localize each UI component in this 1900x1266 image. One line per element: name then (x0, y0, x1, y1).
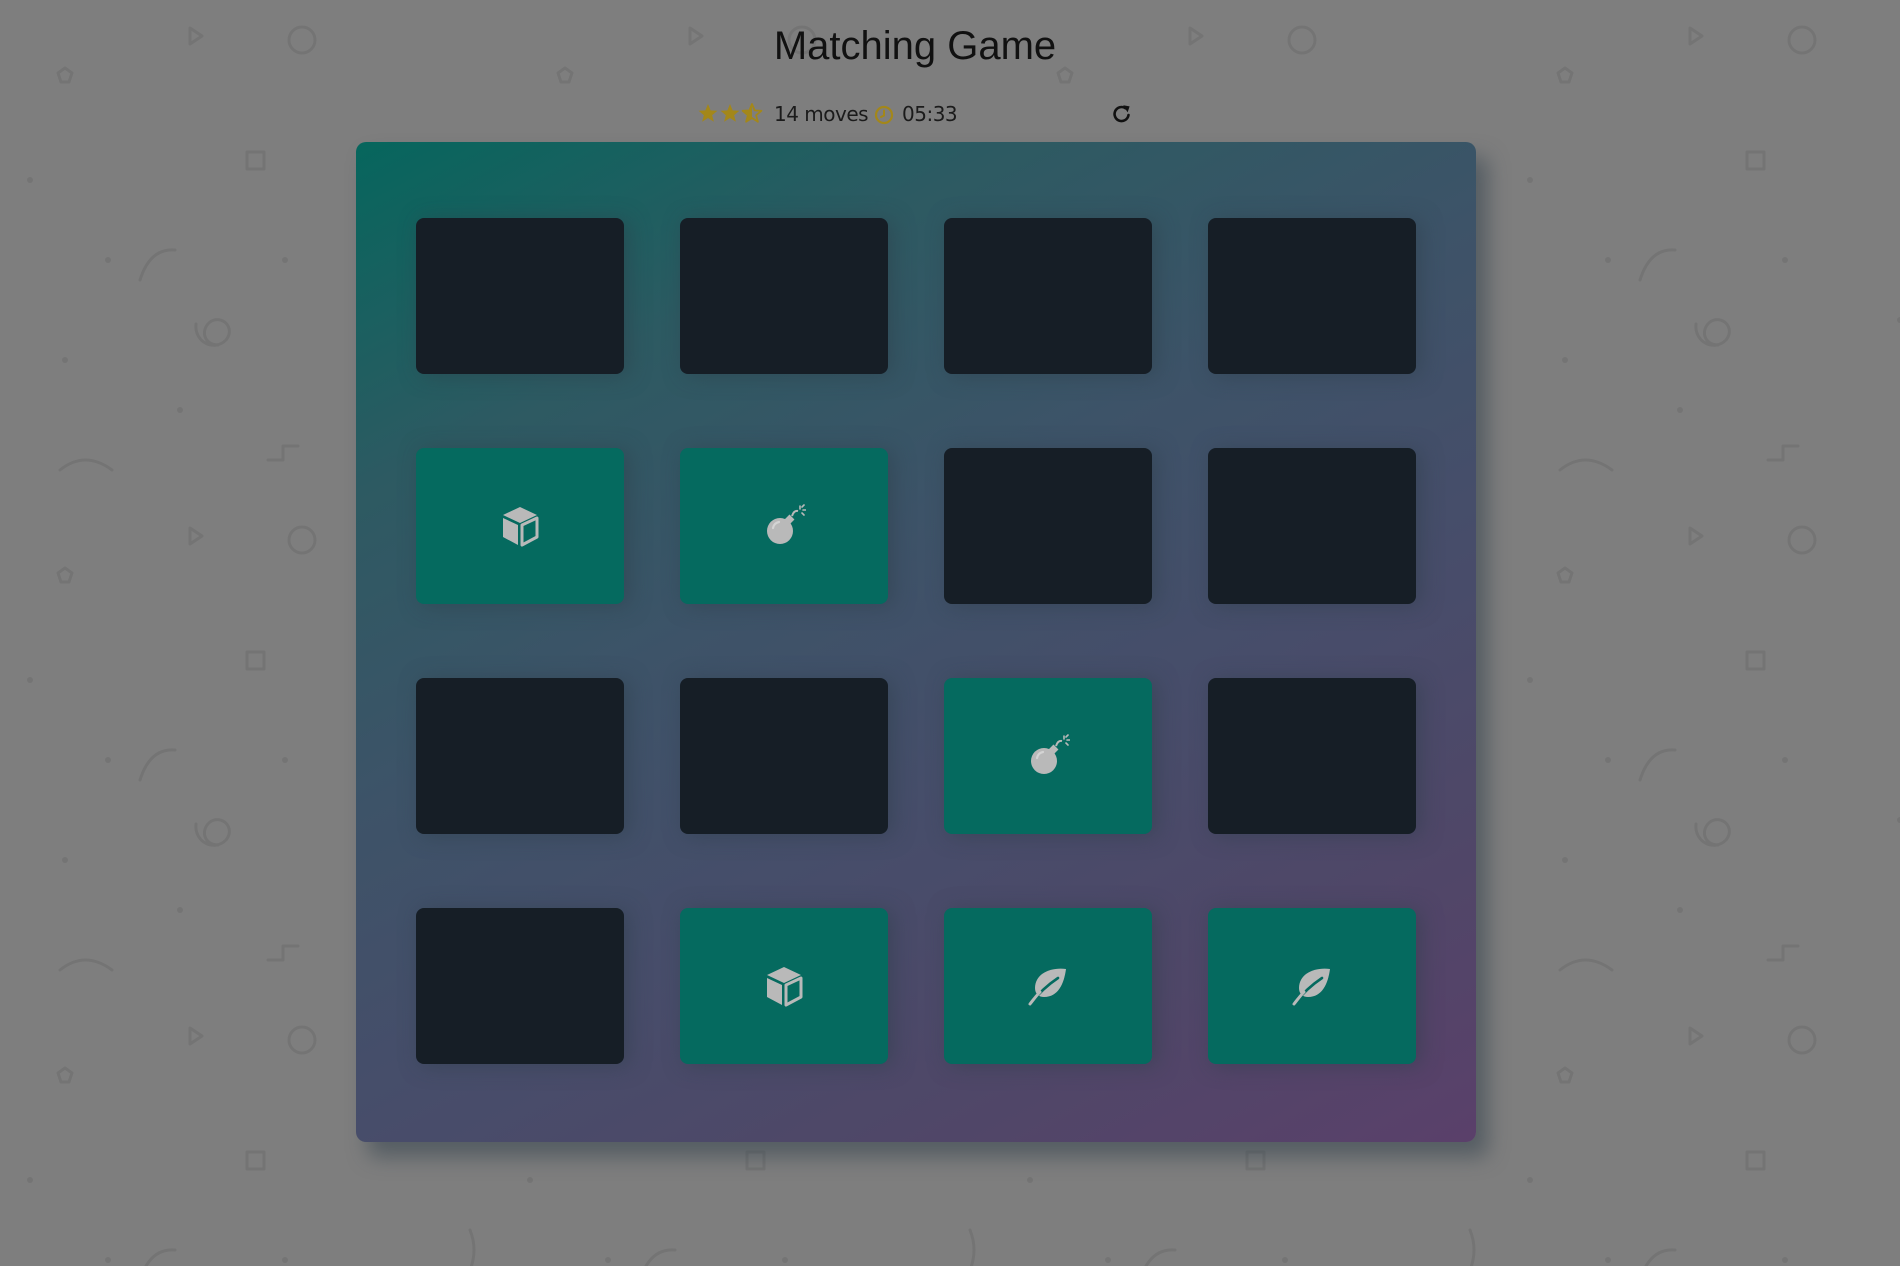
card[interactable] (1208, 448, 1416, 604)
star-icon (698, 104, 718, 122)
moves-counter: 14 moves (774, 102, 869, 126)
card[interactable] (944, 678, 1152, 834)
card[interactable] (416, 678, 624, 834)
card[interactable] (680, 448, 888, 604)
leaf-icon (1026, 964, 1070, 1008)
bomb-icon (762, 504, 807, 548)
card[interactable] (680, 678, 888, 834)
card[interactable] (416, 448, 624, 604)
card[interactable] (416, 218, 624, 374)
card[interactable] (680, 908, 888, 1064)
leaf-icon (1290, 964, 1334, 1008)
card[interactable] (944, 448, 1152, 604)
star-rating (698, 103, 763, 123)
cube-icon (498, 504, 542, 548)
card[interactable] (680, 218, 888, 374)
timer: 05:33 (902, 102, 958, 126)
card[interactable] (1208, 678, 1416, 834)
cube-icon (762, 964, 806, 1008)
card-deck (356, 142, 1476, 1142)
card[interactable] (1208, 218, 1416, 374)
score-panel: 14 moves 05:33 (698, 98, 1138, 130)
bomb-icon (1026, 734, 1071, 778)
page-title: Matching Game (773, 24, 1057, 68)
card[interactable] (416, 908, 624, 1064)
card[interactable] (1208, 908, 1416, 1064)
restart-icon[interactable] (1110, 102, 1134, 126)
card[interactable] (944, 908, 1152, 1064)
star-half-icon (741, 103, 763, 123)
clock-icon (874, 105, 894, 125)
star-icon (720, 104, 740, 122)
card[interactable] (944, 218, 1152, 374)
